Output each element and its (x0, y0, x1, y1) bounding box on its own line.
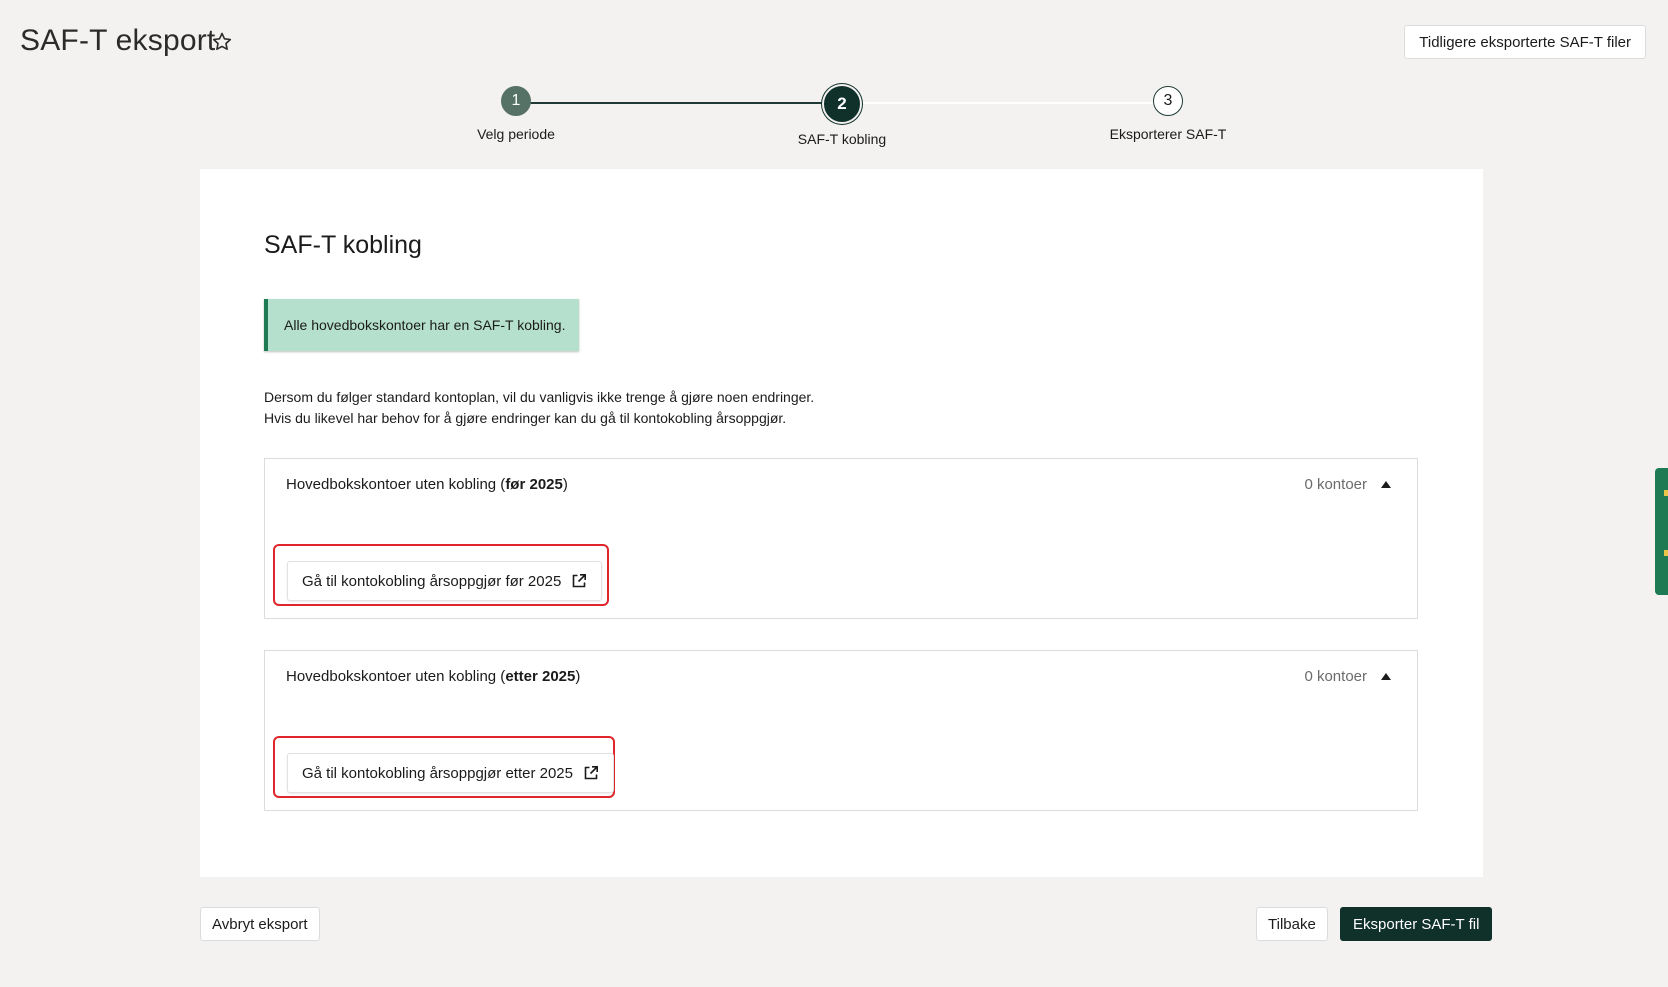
main-card: SAF-T kobling Alle hovedbokskontoer har … (200, 169, 1483, 877)
external-link-icon (584, 766, 598, 780)
account-count: 0 kontoer (1304, 667, 1367, 685)
caret-up-icon[interactable] (1381, 480, 1391, 488)
step-number: 3 (1153, 86, 1183, 116)
back-button[interactable]: Tilbake (1256, 907, 1328, 941)
progress-stepper: 1 Velg periode 2 SAF-T kobling 3 Eksport… (0, 0, 1668, 160)
step-label: Velg periode (477, 126, 555, 142)
go-to-account-mapping-before-2025-button[interactable]: Gå til kontokobling årsoppgjør før 2025 (287, 561, 603, 601)
accordion-after-2025: Hovedbokskontoer uten kobling (etter 202… (264, 650, 1418, 811)
step-label: Eksporterer SAF-T (1109, 126, 1227, 142)
side-tab-mark (1664, 490, 1668, 496)
step-eksporterer-saft: 3 Eksporterer SAF-T (1068, 86, 1268, 142)
step-saft-kobling: 2 SAF-T kobling (742, 86, 942, 147)
go-to-account-mapping-after-2025-button[interactable]: Gå til kontokobling årsoppgjør etter 202… (287, 753, 614, 793)
accordion-title: Hovedbokskontoer uten kobling (før 2025) (286, 475, 568, 493)
step-velg-periode[interactable]: 1 Velg periode (416, 86, 616, 142)
accordion-header[interactable]: Hovedbokskontoer uten kobling (etter 202… (286, 665, 1397, 687)
side-feedback-tab[interactable] (1655, 468, 1668, 595)
external-link-icon (573, 574, 587, 588)
accordion-title: Hovedbokskontoer uten kobling (etter 202… (286, 667, 581, 685)
info-line-1: Dersom du følger standard kontoplan, vil… (264, 389, 815, 405)
section-title: SAF-T kobling (264, 231, 422, 259)
success-alert: Alle hovedbokskontoer har en SAF-T kobli… (264, 299, 579, 351)
alert-text: Alle hovedbokskontoer har en SAF-T kobli… (284, 317, 566, 333)
step-number: 1 (501, 86, 531, 116)
info-line-2: Hvis du likevel har behov for å gjøre en… (264, 410, 787, 426)
side-tab-mark (1664, 550, 1668, 556)
accordion-header[interactable]: Hovedbokskontoer uten kobling (før 2025)… (286, 473, 1397, 495)
button-label: Gå til kontokobling årsoppgjør før 2025 (302, 572, 562, 590)
info-text: Dersom du følger standard kontoplan, vil… (264, 387, 814, 429)
step-number: 2 (824, 86, 860, 122)
account-count: 0 kontoer (1304, 475, 1367, 493)
button-label: Gå til kontokobling årsoppgjør etter 202… (302, 764, 573, 782)
caret-up-icon[interactable] (1381, 672, 1391, 680)
export-saft-file-button[interactable]: Eksporter SAF-T fil (1340, 907, 1493, 941)
accordion-before-2025: Hovedbokskontoer uten kobling (før 2025)… (264, 458, 1418, 619)
cancel-export-button[interactable]: Avbryt eksport (200, 907, 320, 941)
step-label: SAF-T kobling (797, 131, 887, 147)
